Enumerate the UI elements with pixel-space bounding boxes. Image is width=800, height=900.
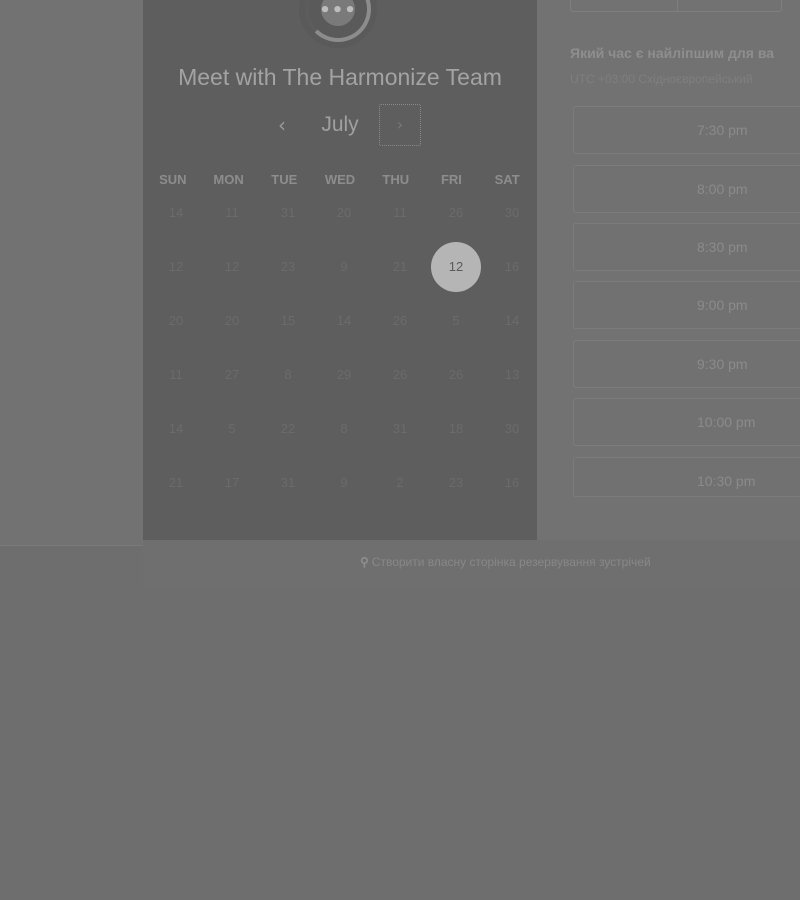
calendar-day[interactable]: 11 [375,188,425,238]
calendar-day[interactable]: 21 [375,242,425,292]
month-navigation: ‹ July › [260,104,422,146]
calendar-day[interactable]: 9 [319,242,369,292]
calendar-day[interactable]: 11 [151,350,201,400]
weekday-label: THU [382,172,410,187]
calendar-day[interactable]: 12 [207,242,257,292]
toggle-divider [677,0,678,12]
duration-toggle[interactable] [570,0,782,12]
time-slot-button[interactable]: 10:00 pm [573,398,800,446]
create-booking-page-link[interactable]: ⚲ Створити власну сторінка резервування з… [360,555,651,569]
calendar-day[interactable]: 14 [487,296,537,346]
calendar-day[interactable]: 23 [431,458,481,508]
create-booking-page-text: Створити власну сторінка резервування зу… [371,555,651,569]
timezone-label[interactable]: UTC +03:00 Східноєвропейський [570,72,753,86]
calendar-day[interactable]: 14 [319,296,369,346]
calendar-day[interactable]: 2 [375,458,425,508]
calendar-day[interactable]: 31 [263,458,313,508]
calendar-day[interactable]: 15 [263,296,313,346]
calendar-day[interactable]: 13 [487,350,537,400]
month-label: July [321,113,359,136]
calendar-day[interactable]: 26 [375,350,425,400]
calendar-day[interactable]: 18 [431,404,481,454]
meeting-title: Meet with The Harmonize Team [178,64,502,90]
calendar-day[interactable]: 16 [487,242,537,292]
calendar-day[interactable]: 14 [151,188,201,238]
time-slot-button[interactable]: 7:30 pm [573,106,800,154]
calendar-day[interactable]: 27 [207,350,257,400]
calendar-day[interactable]: 21 [151,458,201,508]
calendar-week: 21 17 31 9 2 23 16 [143,456,537,510]
calendar-grid: 14 11 31 20 11 26 30 12 12 23 9 21 12 16… [143,186,537,510]
weekday-label: FRI [440,172,462,187]
calendar-day[interactable]: 30 [487,188,537,238]
times-heading: Який час є найліпшим для ва [570,45,775,61]
calendar-week: 12 12 23 9 21 12 16 [143,240,537,294]
weekday-label: MON [213,172,244,187]
weekday-header: SUN MON TUE WED THU FRI SAT [143,172,537,187]
calendar-day[interactable]: 14 [151,404,201,454]
time-slot-button[interactable]: 8:30 pm [573,223,800,271]
calendar-day[interactable]: 29 [319,350,369,400]
calendar-day[interactable]: 20 [207,296,257,346]
calendar-day[interactable]: 20 [319,188,369,238]
calendar-week: 20 20 15 14 26 5 14 [143,294,537,348]
selected-calendar-day[interactable]: 12 [431,242,481,292]
calendar-week: 14 5 22 8 31 18 30 [143,402,537,456]
calendar-day[interactable]: 5 [207,404,257,454]
time-slot-button[interactable]: 8:00 pm [573,165,800,213]
calendar-day[interactable]: 26 [375,296,425,346]
calendar-day[interactable]: 30 [487,404,537,454]
calendar-day[interactable]: 31 [263,188,313,238]
calendar-day[interactable]: 8 [319,404,369,454]
calendar-day[interactable]: 26 [431,350,481,400]
hubspot-sprocket-icon: ⚲ [360,555,369,569]
calendar-week: 14 11 31 20 11 26 30 [143,186,537,240]
calendar-day[interactable]: 22 [263,404,313,454]
calendar-day[interactable]: 9 [319,458,369,508]
calendar-day[interactable]: 12 [151,242,201,292]
calendar-day[interactable]: 31 [375,404,425,454]
weekday-label: TUE [271,172,298,187]
calendar-day[interactable]: 26 [431,188,481,238]
calendar-week: 11 27 8 29 26 26 13 [143,348,537,402]
previous-month-button[interactable]: ‹ [268,110,296,140]
next-month-button[interactable]: › [379,104,421,146]
time-slot-button[interactable]: 10:30 pm [573,457,800,497]
weekday-label: SAT [494,172,520,187]
calendar-day[interactable]: 8 [263,350,313,400]
calendar-day[interactable]: 23 [263,242,313,292]
weekday-label: SUN [159,172,187,187]
calendar-day[interactable]: 11 [207,188,257,238]
logo-dots-icon: ••• [319,0,357,21]
time-slot-button[interactable]: 9:00 pm [573,281,800,329]
calendar-day[interactable]: 17 [207,458,257,508]
weekday-label: WED [324,172,356,187]
calendar-day[interactable]: 16 [487,458,537,508]
calendar-day[interactable]: 5 [431,296,481,346]
time-slot-button[interactable]: 9:30 pm [573,340,800,388]
calendar-day[interactable]: 20 [151,296,201,346]
